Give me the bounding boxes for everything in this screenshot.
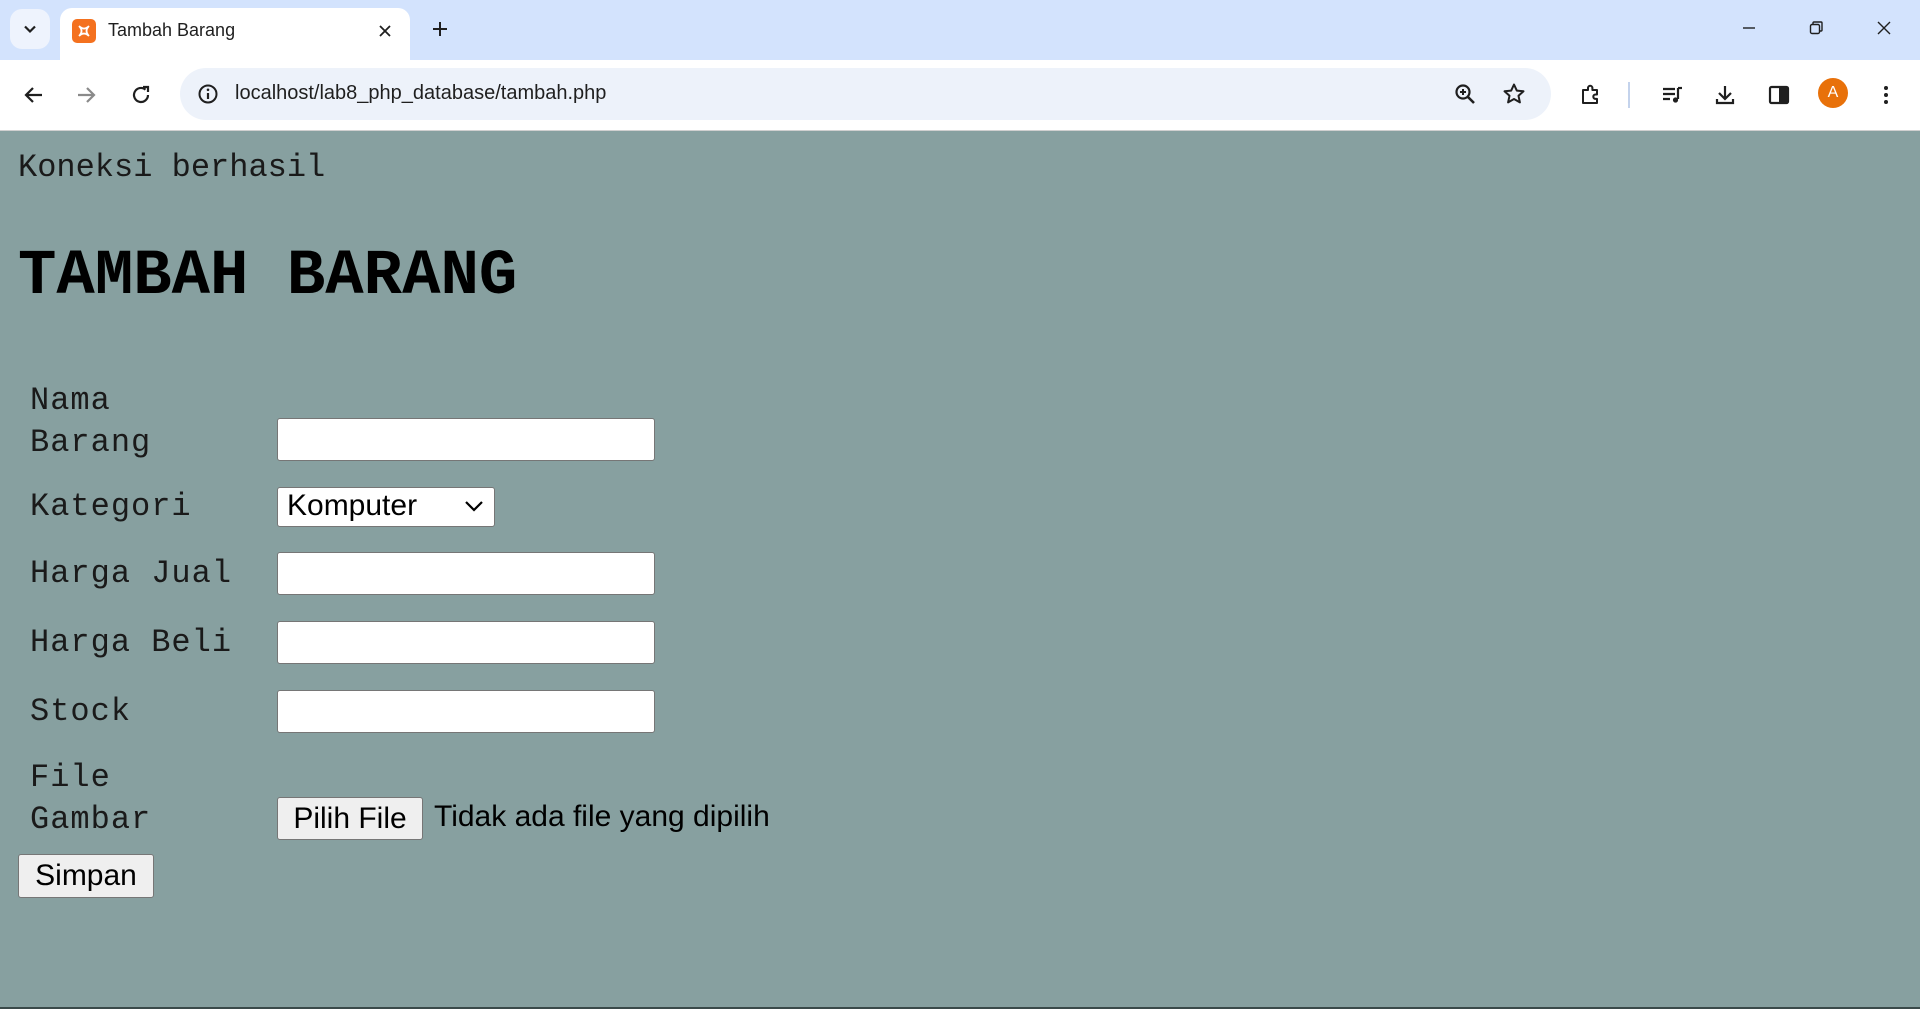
page-content: Koneksi berhasil TAMBAH BARANG Nama Bara… bbox=[0, 131, 1920, 1009]
downloads-button[interactable] bbox=[1703, 73, 1747, 117]
stock-label: Stock bbox=[30, 693, 132, 730]
close-icon bbox=[378, 24, 392, 38]
side-panel-button[interactable] bbox=[1757, 73, 1801, 117]
active-tab[interactable]: Tambah Barang bbox=[60, 8, 410, 60]
arrow-right-icon bbox=[75, 84, 97, 106]
puzzle-icon bbox=[1579, 83, 1603, 107]
xampp-favicon-icon bbox=[72, 19, 96, 43]
choose-file-button[interactable]: Pilih File bbox=[277, 797, 423, 840]
close-icon bbox=[1876, 20, 1892, 36]
tab-search-button[interactable] bbox=[10, 9, 50, 49]
arrow-left-icon bbox=[23, 84, 45, 106]
toolbar-separator bbox=[1628, 82, 1630, 108]
site-info-button[interactable] bbox=[190, 76, 226, 112]
reload-button[interactable] bbox=[119, 73, 163, 117]
harga-beli-label: Harga Beli bbox=[30, 624, 233, 661]
nama-barang-label: Nama Barang bbox=[30, 380, 151, 464]
menu-button[interactable] bbox=[1864, 73, 1908, 117]
file-gambar-label: File Gambar bbox=[30, 757, 151, 841]
minimize-button[interactable] bbox=[1726, 8, 1772, 48]
star-icon bbox=[1502, 82, 1526, 106]
harga-jual-label: Harga Jual bbox=[30, 555, 233, 592]
tab-strip: Tambah Barang bbox=[0, 0, 1920, 60]
file-gambar-label-line2: Gambar bbox=[30, 801, 152, 838]
bookmark-button[interactable] bbox=[1496, 76, 1532, 112]
nama-barang-input[interactable] bbox=[277, 418, 655, 461]
plus-icon bbox=[431, 20, 449, 38]
url-text: localhost/lab8_php_database/tambah.php bbox=[235, 82, 607, 104]
harga-jual-input[interactable] bbox=[277, 552, 655, 595]
address-bar[interactable]: localhost/lab8_php_database/tambah.php bbox=[180, 68, 1551, 120]
back-button[interactable] bbox=[12, 73, 56, 117]
media-control-button[interactable] bbox=[1650, 73, 1694, 117]
kategori-select[interactable]: Komputer bbox=[277, 487, 495, 527]
forward-button[interactable] bbox=[64, 73, 108, 117]
file-gambar-label-line1: File bbox=[30, 759, 111, 796]
nama-barang-label-line2: Barang bbox=[30, 424, 152, 461]
stock-input[interactable] bbox=[277, 690, 655, 733]
kategori-selected-value: Komputer bbox=[287, 489, 418, 522]
chevron-down-icon bbox=[22, 21, 38, 37]
submit-button[interactable]: Simpan bbox=[18, 854, 154, 898]
restore-icon bbox=[1808, 20, 1824, 36]
more-vertical-icon bbox=[1874, 83, 1898, 107]
connection-status: Koneksi berhasil bbox=[18, 149, 326, 186]
extensions-button[interactable] bbox=[1569, 73, 1613, 117]
reload-icon bbox=[130, 84, 152, 106]
chevron-down-icon bbox=[464, 498, 484, 514]
new-tab-button[interactable] bbox=[422, 11, 458, 47]
page-title: TAMBAH BARANG bbox=[18, 241, 518, 313]
harga-beli-input[interactable] bbox=[277, 621, 655, 664]
info-icon bbox=[197, 83, 219, 105]
file-status-text: Tidak ada file yang dipilih bbox=[434, 800, 770, 833]
zoom-button[interactable] bbox=[1447, 76, 1483, 112]
restore-button[interactable] bbox=[1793, 8, 1839, 48]
playlist-music-icon bbox=[1660, 83, 1684, 107]
download-icon bbox=[1713, 83, 1737, 107]
minimize-icon bbox=[1741, 20, 1757, 36]
kategori-label: Kategori bbox=[30, 488, 192, 525]
browser-toolbar: localhost/lab8_php_database/tambah.php A bbox=[0, 60, 1920, 131]
profile-avatar[interactable]: A bbox=[1818, 78, 1848, 108]
tab-title: Tambah Barang bbox=[108, 20, 236, 40]
tab-close-button[interactable] bbox=[372, 18, 398, 44]
close-window-button[interactable] bbox=[1861, 8, 1907, 48]
side-panel-icon bbox=[1767, 83, 1791, 107]
zoom-in-icon bbox=[1453, 82, 1477, 106]
nama-barang-label-line1: Nama bbox=[30, 382, 111, 419]
